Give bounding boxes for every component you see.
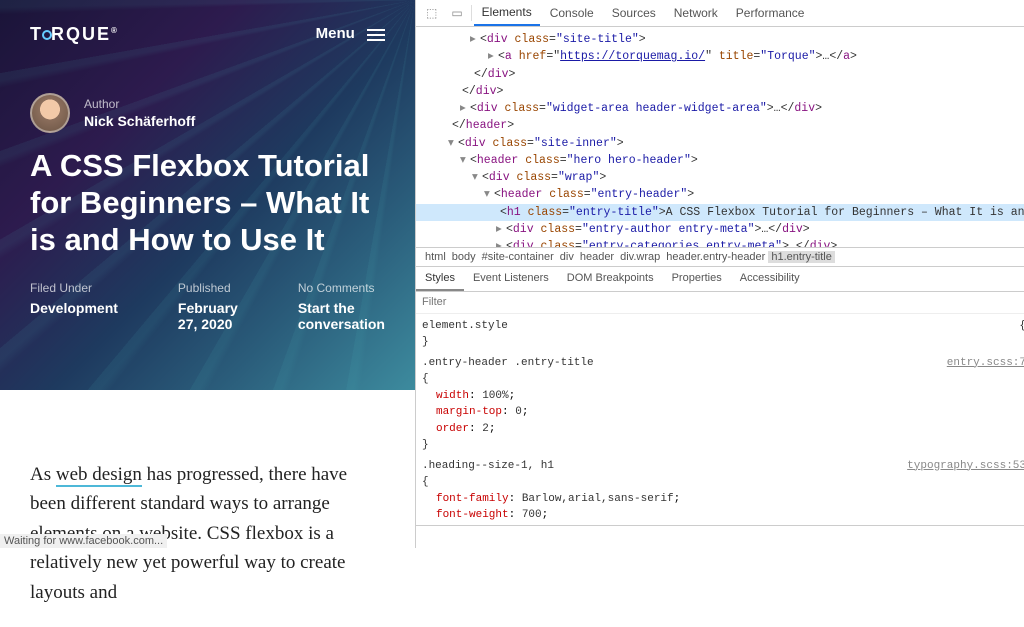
css-rules[interactable]: element.style { } .entry-header .entry-t… [416, 314, 1024, 526]
comments-link[interactable]: Start the conversation [298, 300, 385, 332]
author-name[interactable]: Nick Schäferhoff [84, 113, 195, 129]
site-logo[interactable]: TRQUE® [30, 24, 119, 45]
webpage-viewport: TRQUE® Menu Author Nick Schäferhoff A CS… [0, 0, 415, 548]
tab-console[interactable]: Console [542, 1, 602, 25]
meta-filed: Filed Under Development [30, 281, 118, 332]
subtab-dombreakpoints[interactable]: DOM Breakpoints [558, 267, 663, 291]
styles-tabs: Styles Event Listeners DOM Breakpoints P… [416, 267, 1024, 292]
subtab-eventlisteners[interactable]: Event Listeners [464, 267, 558, 291]
inspect-icon[interactable]: ⬚ [420, 2, 443, 24]
author-row: Author Nick Schäferhoff [30, 93, 385, 133]
selected-dom-node: <h1 class="entry-title">A CSS Flexbox Tu… [416, 204, 1024, 221]
dom-tree[interactable]: ▸<div class="site-title"> ▸<a href="http… [416, 27, 1024, 247]
tab-sources[interactable]: Sources [604, 1, 664, 25]
tab-performance[interactable]: Performance [728, 1, 813, 25]
hero-section: TRQUE® Menu Author Nick Schäferhoff A CS… [0, 0, 415, 390]
tab-elements[interactable]: Elements [474, 0, 540, 26]
inline-link-webdesign[interactable]: web design [56, 464, 142, 487]
top-bar: TRQUE® Menu [30, 24, 385, 45]
subtab-styles[interactable]: Styles [416, 267, 464, 291]
browser-status-bar: Waiting for www.facebook.com... [0, 534, 167, 548]
article-title: A CSS Flexbox Tutorial for Beginners – W… [30, 147, 385, 259]
subtab-accessibility[interactable]: Accessibility [731, 267, 809, 291]
tab-network[interactable]: Network [666, 1, 726, 25]
menu-label: Menu [316, 25, 355, 42]
meta-published: Published February 27, 2020 [178, 281, 238, 332]
menu-button[interactable]: Menu [316, 25, 385, 43]
device-icon[interactable]: ▭ [445, 2, 468, 24]
category-link[interactable]: Development [30, 300, 118, 316]
subtab-properties[interactable]: Properties [663, 267, 731, 291]
styles-body: element.style { } .entry-header .entry-t… [416, 314, 1024, 526]
devtools-panel: ⬚ ▭ Elements Console Sources Network Per… [415, 0, 1024, 548]
author-avatar[interactable] [30, 93, 70, 133]
article-body: As web design has progressed, there have… [0, 390, 415, 627]
breadcrumb-trail[interactable]: htmlbody#site-containerdivheaderdiv.wrap… [416, 247, 1024, 267]
author-label: Author [84, 97, 195, 111]
hamburger-icon [367, 26, 385, 44]
devtools-tabs: ⬚ ▭ Elements Console Sources Network Per… [416, 0, 1024, 27]
showall-row: Show all [416, 525, 1024, 548]
meta-row: Filed Under Development Published Februa… [30, 281, 385, 332]
styles-filter-row: :hov .cls + ⋮ [416, 292, 1024, 314]
meta-comments: No Comments Start the conversation [298, 281, 385, 332]
styles-filter-input[interactable] [416, 292, 1024, 313]
